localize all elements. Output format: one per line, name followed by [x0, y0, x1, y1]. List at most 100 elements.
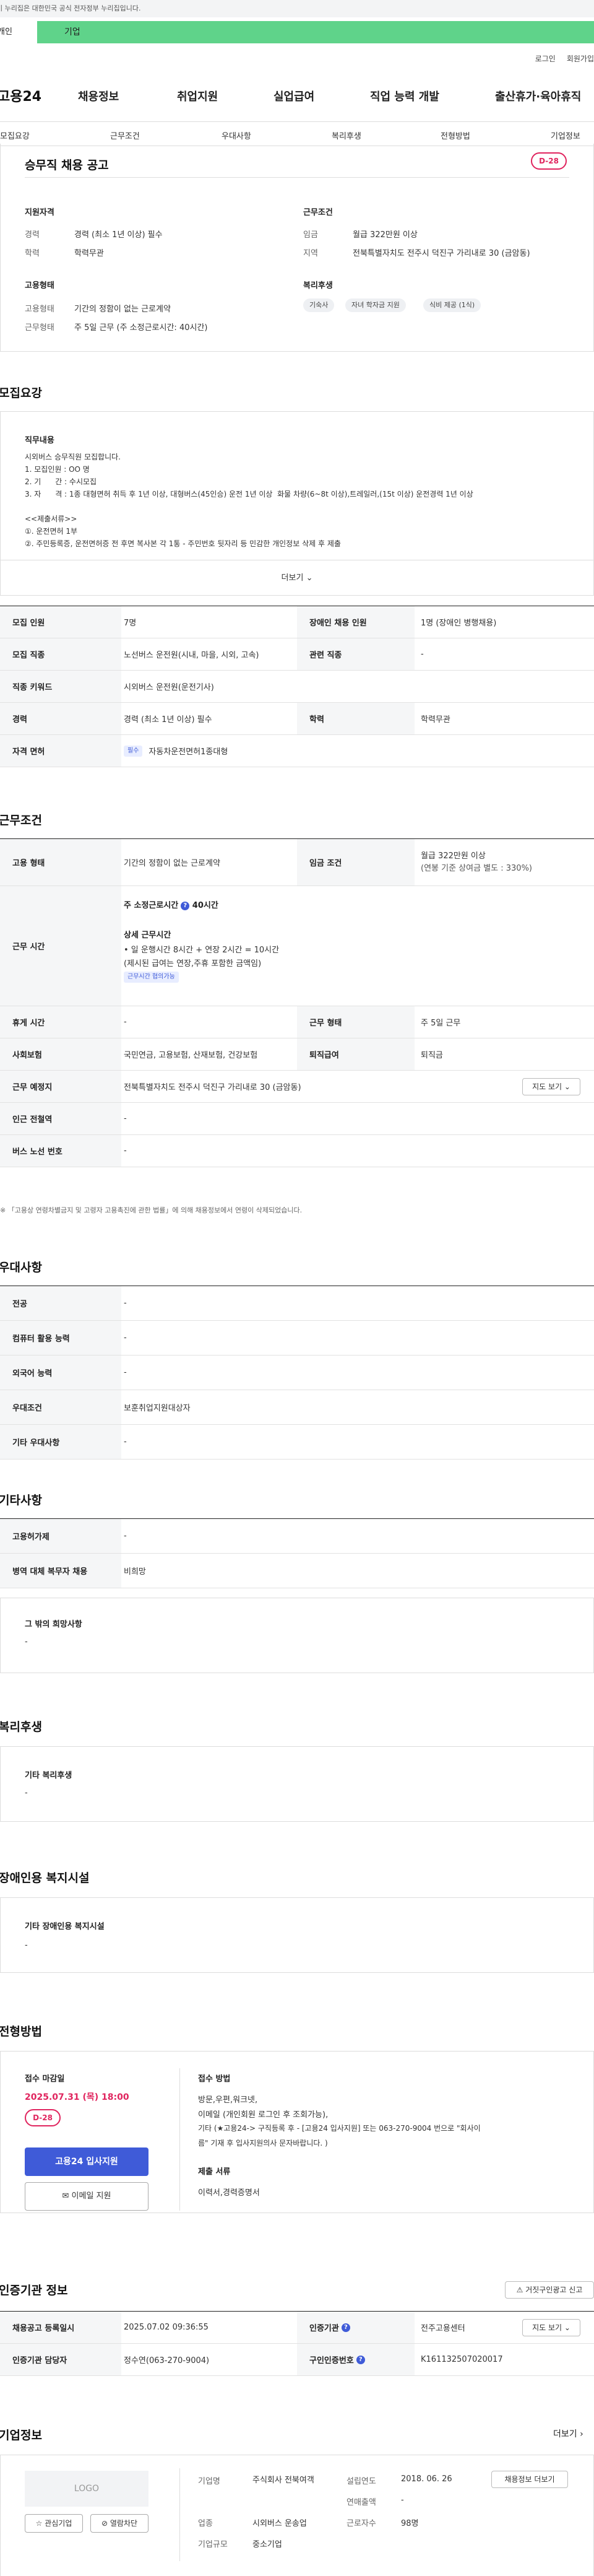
cert-no-label: 구인인증번호	[309, 2356, 354, 2365]
disab-box-title: 기타 장애인용 복지시설	[25, 1922, 105, 1931]
summary-cond-title: 근무조건	[303, 208, 333, 217]
gnb-menu-jobs[interactable]: 채용정보	[78, 88, 119, 104]
job-desc-text: 시외버스 승무직원 모집합니다. 1. 모집인원 : OO 명 2. 기 간 :…	[25, 453, 473, 548]
section-title-company: 기업정보	[0, 2429, 42, 2442]
table-header: 경력	[0, 703, 121, 734]
table-cell: 노선버스 운전원(시내, 마을, 시외, 고속)	[124, 651, 259, 660]
license-value: 자동차운전면허1종대형	[148, 747, 228, 757]
help-icon[interactable]: ?	[356, 2355, 365, 2364]
disab-box-value: -	[25, 1941, 28, 1950]
table-header: 인증기관?	[297, 2312, 415, 2343]
fav-company-button[interactable]: ☆ 관심기업	[25, 2514, 83, 2533]
table-cell: 비희망	[124, 1567, 146, 1577]
section-title-welfare: 복리후생	[0, 1720, 42, 1734]
recruit-table: 모집 인원 7명 장애인 채용 인원 1명 (장애인 병행채용) 모집 직종 노…	[0, 606, 594, 769]
summary-emp-title: 고용형태	[25, 281, 54, 290]
table-header: 고용허가제	[0, 1519, 121, 1553]
block-icon: ⊘	[101, 2519, 108, 2528]
summary-value: 월급 322만원 이상	[353, 230, 418, 240]
table-row: 고용 형태 기간의 정함이 없는 근로계약 임금 조건 월급 322만원 이상 …	[0, 839, 594, 886]
table-row: 직종 키워드 시외버스 운전원(운전기사)	[0, 671, 594, 703]
company-jobs-button[interactable]: 채용정보 더보기	[491, 2471, 568, 2488]
table-cell: 경력 (최소 1년 이상) 필수	[124, 715, 212, 724]
chevron-down-icon: ⌄	[306, 573, 313, 583]
method-line: 름" 기재 후 입사지원의사 문자바랍니다. )	[198, 2139, 328, 2147]
global-nav: 고용24 채용정보 취업지원 실업급여 직업 능력 개발 출산휴가·육아휴직	[0, 83, 594, 108]
table-header: 근무 예정지	[0, 1071, 121, 1102]
table-header: 장애인 채용 인원	[297, 606, 415, 638]
company-label: 연매출액	[346, 2498, 376, 2507]
disab-box	[0, 1897, 594, 1973]
more-button[interactable]: 더보기 ⌄	[266, 571, 328, 583]
etc-box	[0, 1598, 594, 1673]
gnb-menu-parental-leave[interactable]: 출산휴가·육아휴직	[495, 88, 581, 104]
table-cell: 필수 자동차운전면허1종대형	[124, 735, 228, 767]
gnb-menu-training[interactable]: 직업 능력 개발	[370, 88, 439, 104]
company-more-link[interactable]: 더보기 ›	[553, 2427, 583, 2440]
gnb-menu-employment-support[interactable]: 취업지원	[177, 88, 218, 104]
summary-value: 전북특별자치도 전주시 덕진구 가리내로 30 (금암동)	[353, 249, 530, 258]
join-link[interactable]: 회원가입	[567, 54, 594, 63]
site-logo[interactable]: 고용24	[0, 85, 41, 105]
table-cell: -	[124, 1333, 127, 1342]
negotiable-tag: 근무시간 협의가능	[124, 972, 179, 983]
tab-individual[interactable]: 개인	[0, 21, 37, 43]
tab-work[interactable]: 근무조건	[110, 129, 140, 141]
summary-welfare-title: 복리후생	[303, 281, 333, 290]
section-title-disab: 장애인용 복지시설	[0, 1871, 90, 1885]
method-line: 방문,우편,워크넷,	[198, 2095, 258, 2105]
table-cell: -	[124, 1437, 127, 1447]
section-title-work: 근무조건	[0, 814, 42, 827]
table-header: 컴퓨터 활용 능력	[0, 1321, 121, 1355]
tab-company[interactable]: 기업	[64, 21, 80, 43]
login-link[interactable]: 로그인	[535, 54, 556, 63]
block-company-button[interactable]: ⊘ 열람차단	[90, 2514, 148, 2533]
email-apply-button[interactable]: ✉ 이메일 지원	[25, 2182, 148, 2211]
gnb-menu-unemployment-benefit[interactable]: 실업급여	[273, 88, 314, 104]
more-label: 더보기	[281, 573, 304, 583]
welfare-chip: 자녀 학자금 지원	[345, 298, 406, 312]
chevron-down-icon: ⌄	[564, 2323, 570, 2332]
weekly-hours: 주 소정근로시간? 40시간	[124, 899, 218, 910]
table-cell: -	[124, 1368, 127, 1377]
tab-welfare[interactable]: 복리후생	[332, 129, 361, 141]
method-line: 기타 (★고용24-> 구직등록 후 - [고용24 입사지원] 또는 063-…	[198, 2124, 481, 2133]
table-row: 전공 -	[0, 1286, 594, 1321]
weekly-hours-label: 주 소정근로시간	[124, 901, 179, 910]
map-button[interactable]: 지도 보기 ⌄	[522, 2319, 580, 2336]
divider	[179, 2068, 180, 2211]
etc-table: 고용허가제 - 병역 대체 복무자 채용 비희망	[0, 1518, 594, 1588]
tab-company[interactable]: 기업정보	[551, 129, 580, 141]
help-icon[interactable]: ?	[181, 901, 190, 910]
table-cell: -	[124, 1299, 127, 1308]
welfare-box-title: 기타 복리후생	[25, 1771, 72, 1780]
divider	[25, 177, 569, 178]
tab-recruit[interactable]: 모집요강	[0, 129, 30, 141]
company-label: 업종	[198, 2519, 213, 2528]
table-header: 우대조건	[0, 1390, 121, 1424]
divider	[179, 2468, 180, 2561]
tab-pref[interactable]: 우대사항	[222, 129, 251, 141]
table-header: 전공	[0, 1286, 121, 1320]
apply-button[interactable]: 고용24 입사지원	[25, 2147, 148, 2176]
gov-notice-text: 이 누리집은 대한민국 공식 전자정부 누리집입니다.	[0, 4, 141, 12]
table-cell: 7명	[124, 619, 137, 628]
summary-value: 경력 (최소 1년 이상) 필수	[74, 230, 163, 240]
table-header: 휴게 시간	[0, 1006, 121, 1038]
table-cell: 학력무관	[421, 715, 450, 724]
utility-menu: 로그인 회원가입	[524, 53, 594, 64]
method-line: 이메일 (개인회원 로그인 후 조회가능),	[198, 2110, 329, 2120]
help-icon[interactable]: ?	[341, 2323, 350, 2332]
table-cell: 기간의 정함이 없는 근로계약	[124, 859, 220, 868]
page-title: 승무직 채용 공고	[25, 159, 109, 172]
table-row: 인근 전철역 -	[0, 1103, 594, 1135]
detail-hours-title: 상세 근무시간	[124, 931, 171, 940]
method-title: 접수 방법	[198, 2074, 231, 2084]
work-table: 고용 형태 기간의 정함이 없는 근로계약 임금 조건 월급 322만원 이상 …	[0, 838, 594, 1204]
star-icon: ☆	[35, 2519, 43, 2528]
tab-process[interactable]: 전형방법	[441, 129, 470, 141]
map-button[interactable]: 지도 보기 ⌄	[522, 1078, 580, 1095]
table-row: 고용허가제 -	[0, 1519, 594, 1554]
table-header: 외국어 능력	[0, 1355, 121, 1390]
report-ad-button[interactable]: ⚠ 거짓구인광고 신고	[505, 2281, 594, 2299]
